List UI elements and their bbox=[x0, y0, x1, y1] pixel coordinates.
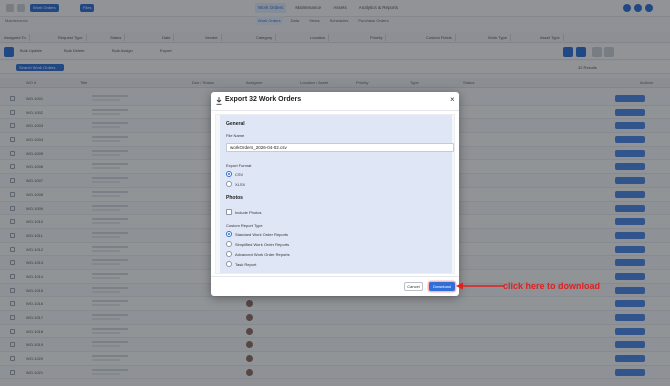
annotation-arrow-icon bbox=[456, 282, 504, 290]
file-name-label: File Name bbox=[226, 133, 245, 138]
standard-report-radio[interactable] bbox=[226, 231, 232, 237]
download-button[interactable]: Download bbox=[429, 282, 455, 291]
cancel-button[interactable]: Cancel bbox=[404, 282, 423, 291]
close-icon[interactable]: × bbox=[450, 95, 455, 105]
dialog-title: Export 32 Work Orders bbox=[225, 96, 302, 103]
export-dialog: Export 32 Work Orders × General File Nam… bbox=[211, 92, 459, 296]
file-name-input[interactable] bbox=[226, 143, 454, 152]
simplified-report-label[interactable]: Simplified Work Order Reports bbox=[235, 242, 289, 247]
standard-report-label[interactable]: Standard Work Order Reports bbox=[235, 232, 288, 237]
download-icon bbox=[216, 97, 222, 105]
annotation-text: click here to download bbox=[503, 281, 601, 291]
xlsx-label[interactable]: XLSX bbox=[235, 182, 245, 187]
csv-radio[interactable] bbox=[226, 171, 232, 177]
dialog-footer: Cancel Download bbox=[211, 276, 459, 296]
include-photos-label[interactable]: Include Photos bbox=[235, 210, 261, 215]
advanced-report-radio[interactable] bbox=[226, 251, 232, 257]
photos-section-title: Photos bbox=[226, 195, 243, 201]
include-photos-checkbox[interactable] bbox=[226, 209, 232, 215]
task-report-radio[interactable] bbox=[226, 261, 232, 267]
custom-report-label: Custom Report Type bbox=[226, 223, 263, 228]
advanced-report-label[interactable]: Advanced Work Order Reports bbox=[235, 252, 290, 257]
dialog-body: General File Name Export Format CSV XLSX… bbox=[215, 114, 455, 274]
xlsx-radio[interactable] bbox=[226, 181, 232, 187]
export-format-label: Export Format bbox=[226, 163, 252, 168]
simplified-report-radio[interactable] bbox=[226, 241, 232, 247]
settings-panel: General File Name Export Format CSV XLSX… bbox=[220, 115, 454, 273]
task-report-label[interactable]: Task Report bbox=[235, 262, 256, 267]
dialog-header: Export 32 Work Orders × bbox=[211, 92, 459, 111]
csv-label[interactable]: CSV bbox=[235, 172, 243, 177]
general-section-title: General bbox=[226, 121, 245, 127]
